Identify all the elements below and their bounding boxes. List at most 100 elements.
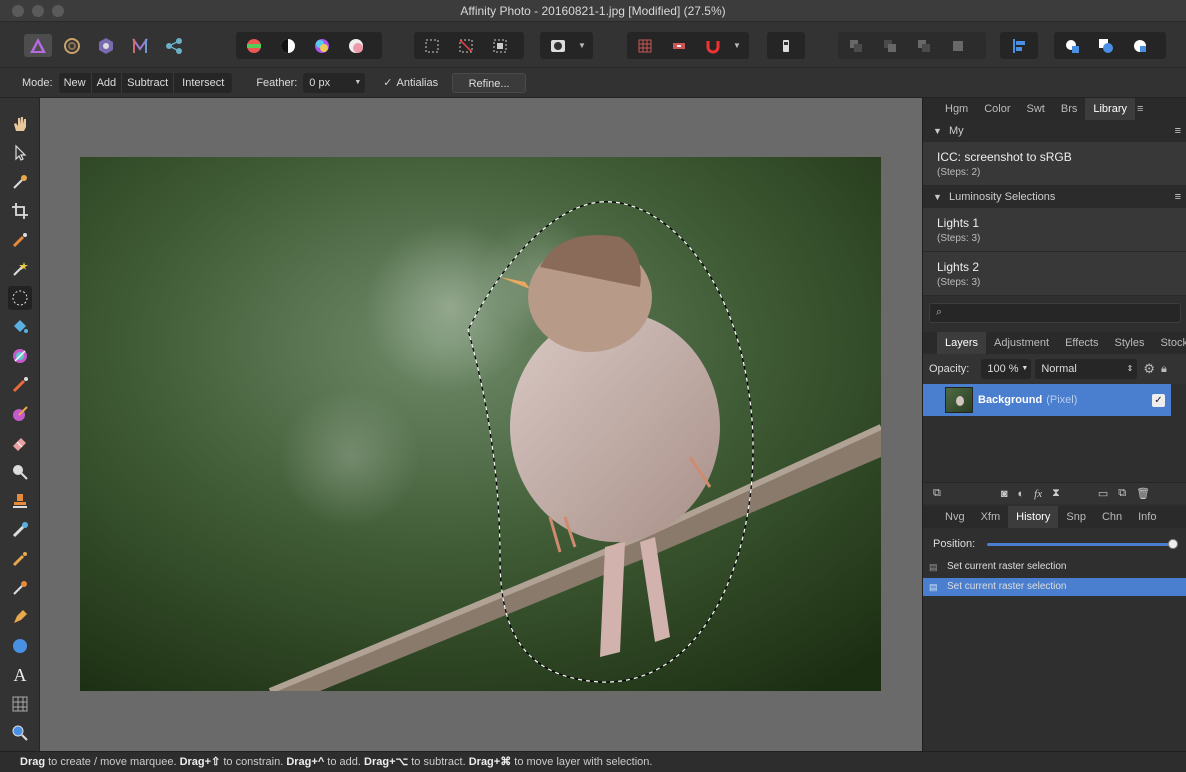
- healing-brush-tool-icon[interactable]: [8, 518, 32, 542]
- gear-icon[interactable]: ⚙: [1143, 361, 1155, 377]
- tab-history[interactable]: History: [1008, 506, 1059, 528]
- feather-dropdown-icon[interactable]: ▼: [354, 73, 361, 93]
- gradient-tool-icon[interactable]: [8, 344, 32, 368]
- history-entry-selected[interactable]: ▤ Set current raster selection: [923, 578, 1186, 596]
- snap-grid-icon[interactable]: [631, 34, 659, 57]
- lock-icon[interactable]: 🔒︎: [1161, 363, 1167, 376]
- mode-new-button[interactable]: New: [59, 72, 92, 93]
- move-forward-one-icon[interactable]: [910, 34, 938, 57]
- chevron-down-icon[interactable]: ▼: [578, 41, 586, 50]
- mode-subtract-button[interactable]: Subtract: [122, 72, 175, 93]
- layers-stack-icon[interactable]: ⧉: [933, 487, 941, 500]
- tab-styles[interactable]: Styles: [1107, 332, 1153, 354]
- export-persona-icon[interactable]: [160, 34, 188, 57]
- auto-colors-icon[interactable]: [308, 34, 336, 57]
- clone-tool-icon[interactable]: [8, 489, 32, 513]
- section-menu-icon[interactable]: ≡: [1175, 186, 1181, 208]
- intersect-shape-icon[interactable]: [1126, 34, 1154, 57]
- blend-mode-select[interactable]: Normal ⇕: [1035, 359, 1138, 379]
- view-tool-hand-icon[interactable]: [8, 112, 32, 136]
- tab-stock[interactable]: Stock: [1152, 332, 1186, 354]
- group-folder-icon[interactable]: ▭: [1098, 487, 1108, 500]
- antialias-checkbox[interactable]: ✓: [383, 76, 392, 89]
- section-menu-icon[interactable]: ≡: [1175, 120, 1181, 142]
- invert-selection-icon[interactable]: [486, 34, 514, 57]
- tab-xfm[interactable]: Xfm: [973, 506, 1009, 528]
- tab-effects[interactable]: Effects: [1057, 332, 1106, 354]
- develop-persona-icon[interactable]: [92, 34, 120, 57]
- move-to-front-icon[interactable]: [944, 34, 972, 57]
- subtract-shape-icon[interactable]: [1092, 34, 1120, 57]
- photo-canvas[interactable]: [80, 157, 881, 691]
- ellipse-marquee-tool-icon[interactable]: [8, 286, 32, 310]
- feather-input[interactable]: 0 px ▼: [303, 72, 366, 93]
- smudge-tool-icon[interactable]: [8, 576, 32, 600]
- mesh-warp-tool-icon[interactable]: [8, 692, 32, 716]
- tab-nvg[interactable]: Nvg: [937, 506, 973, 528]
- section-luminosity-header[interactable]: ▼ Luminosity Selections ≡: [923, 186, 1186, 208]
- tab-hgm[interactable]: Hgm: [937, 98, 976, 120]
- disclosure-triangle-icon[interactable]: ▼: [933, 186, 942, 208]
- text-tool-icon[interactable]: A: [8, 663, 32, 687]
- add-shape-icon[interactable]: [1058, 34, 1086, 57]
- paint-brush-tool-icon[interactable]: [8, 373, 32, 397]
- auto-contrast-icon[interactable]: [274, 34, 302, 57]
- tab-layers[interactable]: Layers: [937, 332, 987, 354]
- tab-library[interactable]: Library: [1085, 98, 1135, 120]
- tab-chn[interactable]: Chn: [1094, 506, 1130, 528]
- assistant-icon[interactable]: [772, 34, 800, 57]
- canvas-area[interactable]: [40, 98, 922, 751]
- selection-brush-tool-icon[interactable]: [8, 228, 32, 252]
- red-eye-tool-icon[interactable]: [8, 547, 32, 571]
- color-picker-tool-icon[interactable]: [8, 170, 32, 194]
- duplicate-layer-icon[interactable]: ⧉: [1118, 487, 1126, 500]
- select-all-icon[interactable]: [418, 34, 446, 57]
- panel-menu-icon[interactable]: ≡: [1135, 98, 1145, 120]
- snap-pixel-icon[interactable]: [665, 34, 693, 57]
- fx-icon[interactable]: fx: [1034, 488, 1042, 500]
- move-to-back-icon[interactable]: [842, 34, 870, 57]
- position-slider-handle[interactable]: [1168, 538, 1179, 549]
- tab-snp[interactable]: Snp: [1058, 506, 1094, 528]
- library-item[interactable]: Lights 2 (Steps: 3): [923, 252, 1186, 296]
- snapping-magnet-icon[interactable]: [699, 34, 727, 57]
- auto-levels-icon[interactable]: [240, 34, 268, 57]
- live-filter-icon[interactable]: ⧗: [1052, 487, 1060, 500]
- auto-white-balance-icon[interactable]: [342, 34, 370, 57]
- mode-add-button[interactable]: Add: [92, 72, 123, 93]
- color-replacement-tool-icon[interactable]: [8, 402, 32, 426]
- photo-persona-icon[interactable]: [24, 34, 52, 57]
- liquify-persona-icon[interactable]: [58, 34, 86, 57]
- position-slider[interactable]: [987, 538, 1179, 549]
- move-back-one-icon[interactable]: [876, 34, 904, 57]
- library-item[interactable]: Lights 1 (Steps: 3): [923, 208, 1186, 252]
- dodge-tool-icon[interactable]: [8, 460, 32, 484]
- library-item[interactable]: ICC: screenshot to sRGB (Steps: 2): [923, 142, 1186, 186]
- tab-adjustment[interactable]: Adjustment: [986, 332, 1057, 354]
- tab-swt[interactable]: Swt: [1019, 98, 1053, 120]
- disclosure-triangle-icon[interactable]: ▼: [933, 120, 942, 142]
- history-entry[interactable]: ▤ Set current raster selection: [923, 558, 1186, 576]
- trash-icon[interactable]: 🗑︎: [1136, 487, 1150, 500]
- mask-layer-icon[interactable]: ◙: [1001, 488, 1008, 500]
- quick-mask-icon[interactable]: [544, 34, 572, 57]
- crop-tool-icon[interactable]: [8, 199, 32, 223]
- align-left-icon[interactable]: [1005, 34, 1033, 57]
- zoom-tool-icon[interactable]: [8, 721, 32, 745]
- fill-tool-icon[interactable]: [8, 315, 32, 339]
- layer-visibility-checkbox[interactable]: ✓: [1152, 393, 1165, 407]
- mode-intersect-button[interactable]: Intersect: [174, 73, 232, 93]
- adjustment-icon[interactable]: ◐: [1018, 488, 1025, 500]
- deselect-icon[interactable]: [452, 34, 480, 57]
- erase-tool-icon[interactable]: [8, 431, 32, 455]
- flood-select-tool-icon[interactable]: [8, 257, 32, 281]
- move-tool-icon[interactable]: [8, 141, 32, 165]
- shape-tool-icon[interactable]: [8, 634, 32, 658]
- tone-mapping-persona-icon[interactable]: [126, 34, 154, 57]
- tab-brs[interactable]: Brs: [1053, 98, 1086, 120]
- opacity-field[interactable]: 100 % ▼: [981, 359, 1032, 379]
- library-search-input[interactable]: ⌕: [929, 303, 1181, 323]
- tab-info[interactable]: Info: [1130, 506, 1164, 528]
- snapping-options-chevron-icon[interactable]: ▼: [733, 41, 741, 50]
- pen-tool-icon[interactable]: [8, 605, 32, 629]
